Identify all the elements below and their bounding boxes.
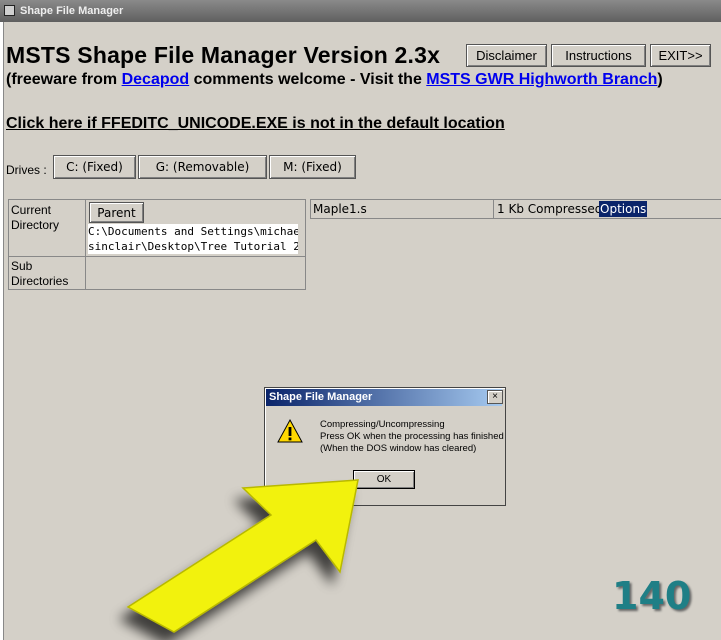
- yellow-arrow-icon: [126, 479, 359, 633]
- app-window: Shape File Manager MSTS Shape File Manag…: [0, 0, 721, 640]
- page-number: 140: [612, 574, 692, 618]
